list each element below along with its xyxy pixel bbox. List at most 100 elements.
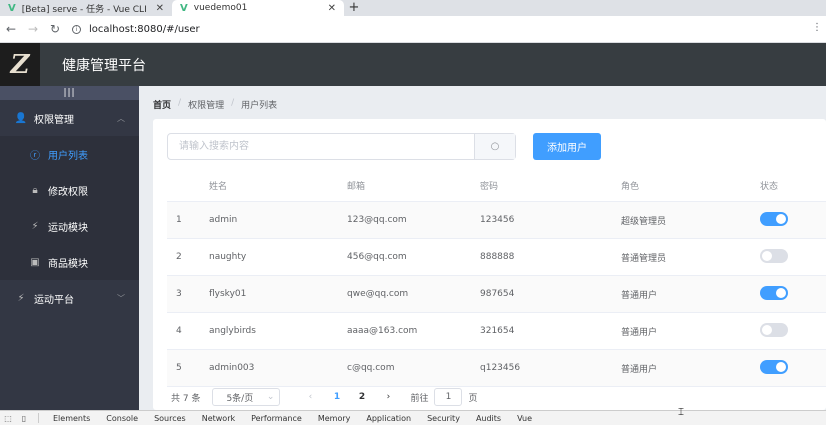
devtools-tab-vue[interactable]: Vue — [509, 414, 540, 423]
run-icon: ⚡︎ — [31, 220, 39, 232]
cell-password: 987654 — [480, 289, 515, 299]
user-icon: ⓡ — [30, 150, 40, 162]
breadcrumb-item: 用户列表 — [241, 101, 278, 111]
sidebar-item-permission[interactable]: 👤 权限管理 ︿ — [0, 100, 139, 136]
add-user-button[interactable]: 添加用户 — [533, 133, 601, 160]
cell-password: 321654 — [480, 326, 515, 336]
divider — [38, 413, 39, 423]
goto-page: 前往 1 页 — [410, 388, 477, 406]
sidebar-toggle-button[interactable]: ||| — [0, 86, 139, 100]
gift-icon: ▣ — [30, 256, 40, 268]
search-button[interactable]: ○ — [474, 134, 515, 159]
row-index: 4 — [176, 326, 182, 336]
breadcrumb-item: 权限管理 — [188, 101, 225, 111]
main-content: 首页 / 权限管理 / 用户列表 ○ 添加用户 姓名 邮箱 密码 角色 状态 1… — [139, 86, 826, 410]
column-header: 角色 — [621, 182, 640, 192]
sidebar-item-user-list[interactable]: ⓡ 用户列表 — [0, 136, 139, 172]
pagination: 共 7 条 5条/页 ⌄ ‹ 1 2 › 前往 1 页 — [171, 388, 477, 406]
search-input[interactable] — [168, 134, 474, 159]
chevron-down-icon: ⌄ — [266, 392, 275, 402]
row-index: 2 — [176, 252, 182, 262]
devtools-tab-sources[interactable]: Sources — [146, 414, 194, 423]
prev-page-button[interactable]: ‹ — [296, 392, 324, 402]
pagination-total: 共 7 条 — [171, 393, 201, 404]
sidebar-item-modify-permission[interactable]: 🔒︎ 修改权限 — [0, 172, 139, 208]
table-row: 1 admin 123@qq.com 123456 超级管理员 — [167, 202, 826, 239]
sidebar-item-label: 修改权限 — [48, 186, 88, 198]
devtools-tab-network[interactable]: Network — [194, 414, 243, 423]
back-arrow-icon[interactable]: ← — [0, 22, 22, 36]
sidebar-submenu: ⓡ 用户列表 🔒︎ 修改权限 ⚡︎ 运动模块 ▣ 商品模块 — [0, 136, 139, 280]
status-switch[interactable] — [760, 322, 788, 337]
status-switch[interactable] — [760, 285, 788, 300]
page-size-select[interactable]: 5条/页 ⌄ — [212, 388, 281, 406]
info-icon[interactable]: i — [72, 24, 81, 34]
lock-icon: 🔒︎ — [32, 184, 38, 196]
goto-suffix: 页 — [468, 393, 478, 404]
sidebar-item-sport-platform[interactable]: ⚡︎ 运动平台 ﹀ — [0, 280, 139, 316]
cell-status — [756, 211, 826, 229]
cell-email: 123@qq.com — [347, 215, 407, 225]
app-header: Z 健康管理平台 — [0, 43, 826, 86]
sidebar-item-label: 权限管理 — [34, 114, 74, 126]
cell-email: 456@qq.com — [347, 252, 407, 262]
devtools-tab-memory[interactable]: Memory — [310, 414, 359, 423]
cell-password: q123456 — [480, 363, 521, 373]
breadcrumb-home[interactable]: 首页 — [153, 98, 171, 111]
cell-name: flysky01 — [209, 289, 247, 299]
app-logo: Z — [0, 43, 40, 86]
reload-icon[interactable]: ↻ — [44, 22, 66, 36]
new-tab-button[interactable]: + — [344, 0, 364, 16]
vue-logo-icon: V — [180, 2, 188, 14]
page-number[interactable]: 1 — [324, 392, 349, 402]
url-field[interactable]: i localhost:8080/#/user — [72, 24, 200, 35]
chevron-down-icon: ﹀ — [117, 293, 125, 303]
chevron-up-icon: ︿ — [117, 113, 125, 123]
user-icon: 👤 — [14, 112, 28, 124]
cell-password: 888888 — [480, 252, 515, 262]
sidebar-item-goods-module[interactable]: ▣ 商品模块 — [0, 244, 139, 280]
table-row: 3 flysky01 qwe@qq.com 987654 普通用户 — [167, 276, 826, 313]
devtools-tab-console[interactable]: Console — [98, 414, 146, 423]
column-header: 姓名 — [209, 182, 228, 192]
inspect-icon[interactable]: ⬚ — [0, 414, 16, 423]
cell-role: 超级管理员 — [621, 216, 667, 227]
browser-tab-bar: V [Beta] serve - 任务 - Vue CLI ✕ V vuedem… — [0, 0, 826, 16]
next-page-button[interactable]: › — [374, 392, 402, 402]
sidebar-item-label: 商品模块 — [48, 258, 88, 270]
browser-tab-vuedemo01[interactable]: V vuedemo01 ✕ — [172, 0, 344, 16]
browser-tab-vue-cli[interactable]: V [Beta] serve - 任务 - Vue CLI ✕ — [0, 0, 172, 16]
cell-name: naughty — [209, 252, 247, 262]
page-number[interactable]: 2 — [349, 392, 374, 402]
sidebar-item-sport-module[interactable]: ⚡︎ 运动模块 — [0, 208, 139, 244]
status-switch[interactable] — [760, 248, 788, 263]
app-title: 健康管理平台 — [62, 57, 146, 74]
goto-page-input[interactable]: 1 — [434, 388, 463, 406]
status-switch[interactable] — [760, 211, 788, 226]
address-bar: ← → ↻ i localhost:8080/#/user ⋮ — [0, 16, 826, 43]
url-text: localhost:8080/#/user — [89, 23, 200, 35]
cell-email: c@qq.com — [347, 363, 395, 373]
devtools-tab-security[interactable]: Security — [419, 414, 468, 423]
cell-name: anglybirds — [209, 326, 256, 336]
goto-label: 前往 — [410, 393, 429, 404]
device-toolbar-icon[interactable]: ▯ — [16, 414, 32, 423]
close-icon[interactable]: ✕ — [328, 3, 336, 14]
table-row: 2 naughty 456@qq.com 888888 普通管理员 — [167, 239, 826, 276]
devtools-tab-performance[interactable]: Performance — [243, 414, 310, 423]
devtools-tab-audits[interactable]: Audits — [468, 414, 509, 423]
devtools-tab-application[interactable]: Application — [358, 414, 419, 423]
breadcrumb: 首页 / 权限管理 / 用户列表 — [153, 98, 277, 111]
forward-arrow-icon[interactable]: → — [22, 22, 44, 36]
browser-menu-icon[interactable]: ⋮ — [812, 22, 822, 33]
devtools-tab-elements[interactable]: Elements — [45, 414, 98, 423]
browser-tab-title: [Beta] serve - 任务 - Vue CLI — [21, 4, 147, 15]
close-icon[interactable]: ✕ — [156, 3, 164, 14]
sidebar-item-label: 运动模块 — [48, 222, 88, 234]
column-header: 邮箱 — [347, 182, 366, 192]
cell-status — [756, 359, 826, 377]
breadcrumb-separator: / — [178, 98, 182, 108]
cell-role: 普通用户 — [621, 290, 658, 301]
row-index: 3 — [176, 289, 182, 299]
status-switch[interactable] — [760, 359, 788, 374]
